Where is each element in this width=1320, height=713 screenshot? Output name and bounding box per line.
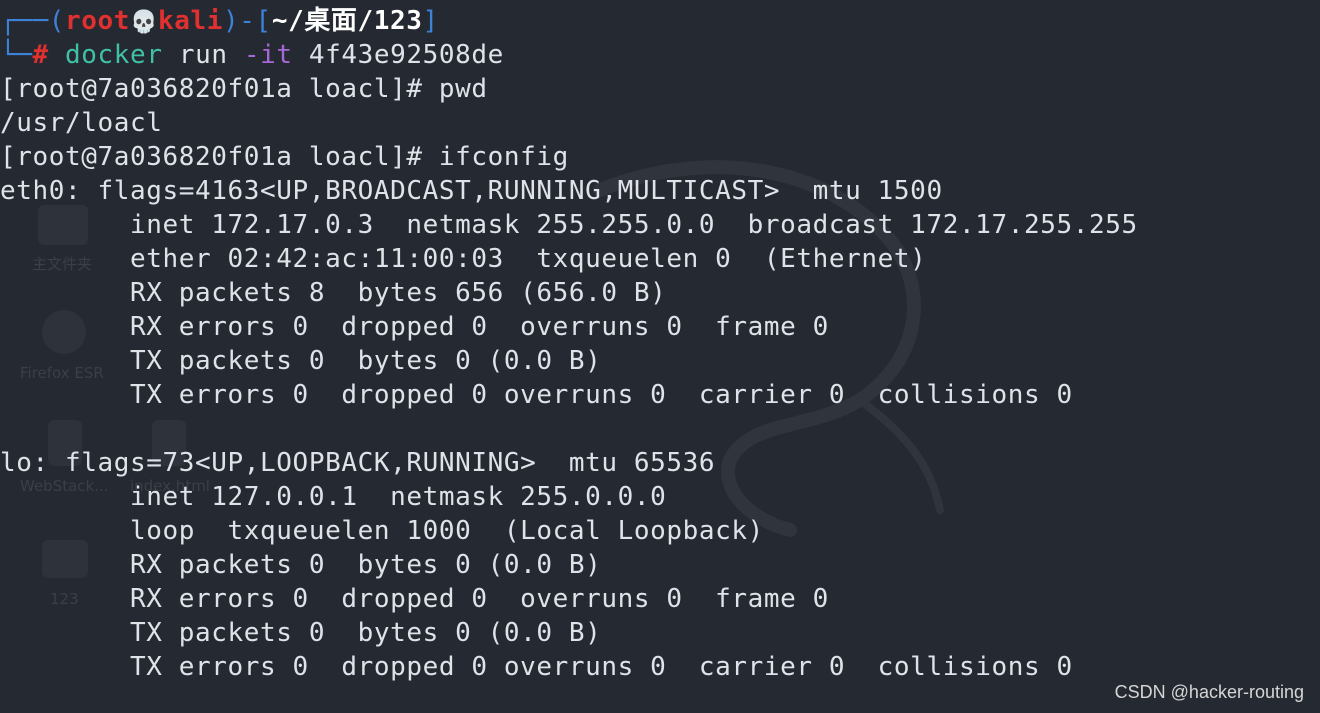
output-line: lo: flags=73<UP,LOOPBACK,RUNNING> mtu 65… bbox=[0, 448, 716, 478]
prompt-frame: └─ bbox=[0, 40, 33, 70]
prompt-line-1: ┌──(root💀kali)-[~/桌面/123] bbox=[0, 4, 1320, 38]
output-line: RX packets 0 bytes 0 (0.0 B) bbox=[0, 550, 602, 580]
output-line: eth0: flags=4163<UP,BROADCAST,RUNNING,MU… bbox=[0, 176, 943, 206]
skull-icon: 💀 bbox=[130, 10, 159, 35]
output-line: TX packets 0 bytes 0 (0.0 B) bbox=[0, 346, 602, 376]
output-line: RX errors 0 dropped 0 overruns 0 frame 0 bbox=[0, 584, 829, 614]
output-line: TX errors 0 dropped 0 overruns 0 carrier… bbox=[0, 652, 1073, 682]
command-name: docker bbox=[65, 40, 163, 70]
output-line: /usr/loacl bbox=[0, 108, 163, 138]
output-line: TX packets 0 bytes 0 (0.0 B) bbox=[0, 618, 602, 648]
terminal-window[interactable]: 主文件夹 Firefox ESR WebStack... index.html … bbox=[0, 0, 1320, 713]
output-line: ether 02:42:ac:11:00:03 txqueuelen 0 (Et… bbox=[0, 244, 927, 274]
output-line: inet 172.17.0.3 netmask 255.255.0.0 broa… bbox=[0, 210, 1138, 240]
command-args: run bbox=[162, 40, 244, 70]
prompt-frame: )-[ bbox=[223, 6, 272, 36]
prompt-frame: ] bbox=[422, 6, 439, 36]
prompt-directory: ~/桌面/123 bbox=[271, 6, 423, 36]
prompt-host: kali bbox=[158, 6, 224, 36]
prompt-hash: # bbox=[32, 40, 49, 70]
output-line: inet 127.0.0.1 netmask 255.0.0.0 bbox=[0, 482, 667, 512]
command-args: 4f43e92508de bbox=[292, 40, 504, 70]
output-line: [root@7a036820f01a loacl]# pwd bbox=[0, 74, 488, 104]
csdn-watermark: CSDN @hacker-routing bbox=[1114, 682, 1304, 702]
prompt-line-2: └─# docker run -it 4f43e92508de bbox=[0, 38, 1320, 72]
terminal-output[interactable]: ┌──(root💀kali)-[~/桌面/123] └─# docker run… bbox=[0, 4, 1320, 684]
output-line: RX errors 0 dropped 0 overruns 0 frame 0 bbox=[0, 312, 829, 342]
prompt-user: root bbox=[65, 6, 131, 36]
output-line: [root@7a036820f01a loacl]# ifconfig bbox=[0, 142, 569, 172]
command-flag: -it bbox=[243, 40, 293, 70]
output-line: loop txqueuelen 1000 (Local Loopback) bbox=[0, 516, 764, 546]
output-line: RX packets 8 bytes 656 (656.0 B) bbox=[0, 278, 667, 308]
prompt-frame: ┌──( bbox=[0, 6, 66, 36]
output-line: TX errors 0 dropped 0 overruns 0 carrier… bbox=[0, 380, 1073, 410]
